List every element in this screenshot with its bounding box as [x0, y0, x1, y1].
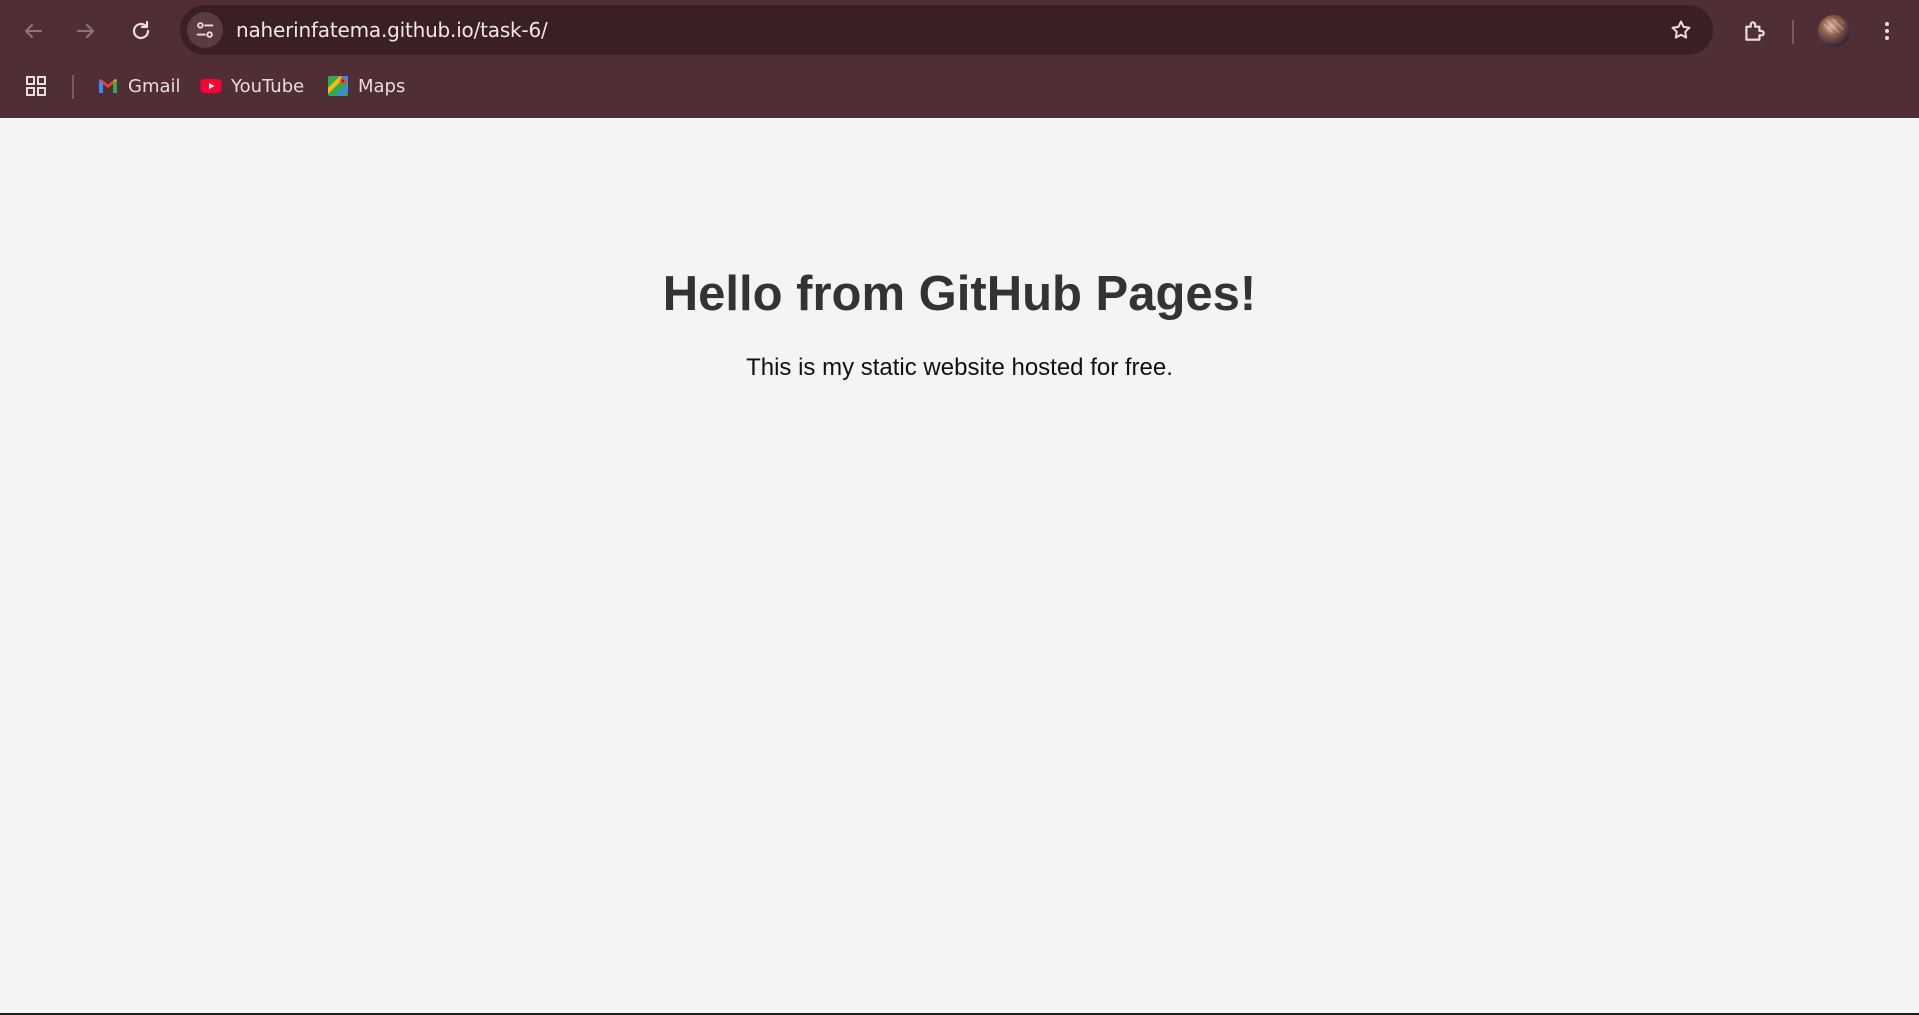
browser-toolbar: naherinfatema.github.io/task-6/ [0, 0, 1919, 62]
gmail-icon [99, 79, 117, 93]
bookmark-label: YouTube [231, 75, 305, 97]
bookmark-youtube[interactable]: YouTube [193, 68, 310, 104]
bookmarks-divider [72, 75, 74, 99]
tune-icon [196, 22, 214, 38]
url-text[interactable]: naherinfatema.github.io/task-6/ [236, 5, 548, 55]
bookmark-star-button[interactable] [1667, 16, 1695, 44]
bookmark-maps[interactable]: Maps [320, 68, 411, 104]
browser-menu-button[interactable] [1868, 12, 1906, 50]
forward-button[interactable] [67, 12, 105, 50]
page-content: Hello from GitHub Pages! This is my stat… [0, 118, 1919, 1015]
page-paragraph: This is my static website hosted for fre… [746, 354, 1173, 381]
youtube-icon [200, 79, 222, 93]
back-button[interactable] [14, 12, 52, 50]
reload-button[interactable] [122, 12, 160, 50]
puzzle-icon [1745, 21, 1765, 41]
apps-button[interactable] [22, 72, 50, 100]
page-heading: Hello from GitHub Pages! [662, 267, 1257, 321]
reload-icon [132, 20, 150, 40]
apps-grid-icon [26, 76, 46, 96]
maps-icon [328, 76, 348, 96]
arrow-right-icon [77, 24, 94, 38]
star-icon [1671, 20, 1691, 39]
arrow-left-icon [25, 24, 42, 38]
browser-chrome: naherinfatema.github.io/task-6/ Gmail Yo… [0, 0, 1919, 118]
toolbar-divider [1792, 20, 1794, 44]
bookmark-gmail[interactable]: Gmail [90, 68, 187, 104]
bookmark-label: Maps [358, 75, 406, 97]
kebab-menu-icon [1885, 22, 1889, 40]
extensions-button[interactable] [1735, 12, 1773, 50]
bookmark-label: Gmail [128, 75, 181, 97]
address-bar[interactable]: naherinfatema.github.io/task-6/ [180, 5, 1713, 55]
site-info-button[interactable] [187, 12, 223, 48]
bookmarks-bar: Gmail YouTube Maps [0, 66, 1919, 106]
profile-avatar[interactable] [1818, 15, 1850, 47]
